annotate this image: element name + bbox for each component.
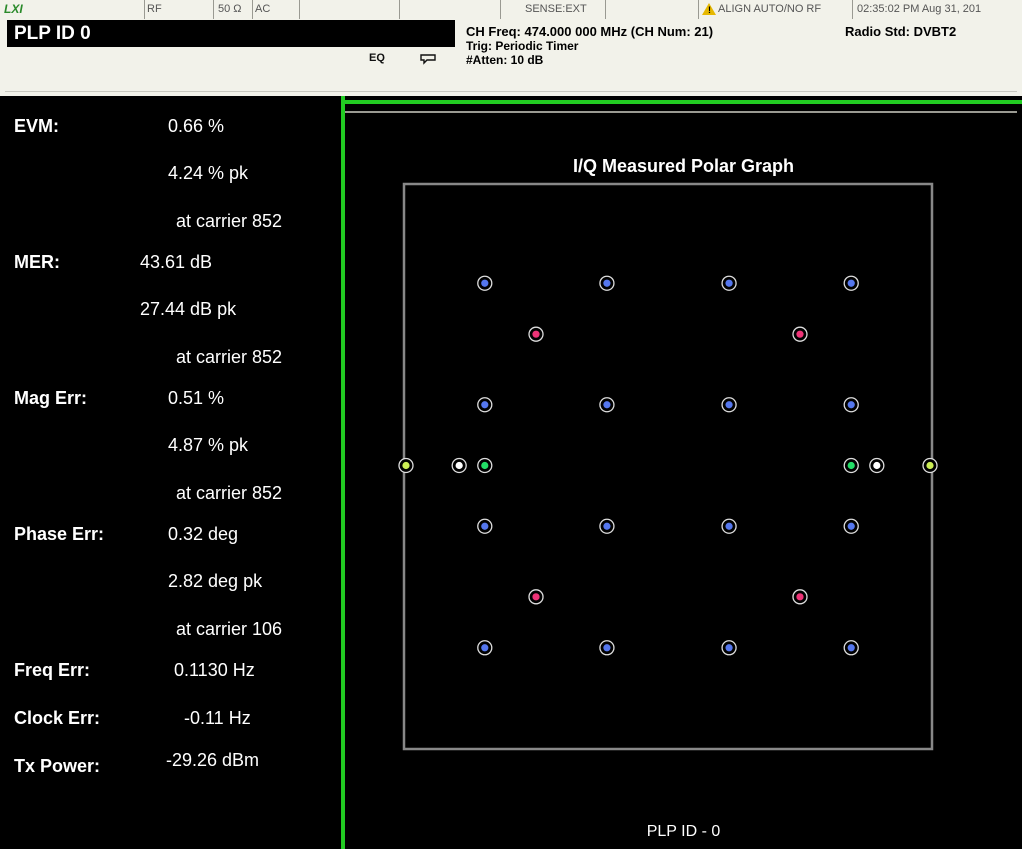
constellation-point	[792, 326, 808, 342]
evm-peak-carrier: at carrier 852	[176, 211, 283, 231]
mer-peak-carrier: at carrier 852	[176, 347, 283, 367]
constellation-point	[599, 518, 615, 534]
mag-err-peak-carrier: at carrier 852	[176, 483, 283, 503]
measurement-header: PLP ID 0 EQ CH Freq: 474.000 000 MHz (CH…	[0, 19, 1022, 113]
freq-err-value: 0.1130 Hz	[174, 660, 255, 680]
phase-err-peak-carrier: at carrier 106	[176, 619, 283, 639]
constellation-point	[721, 397, 737, 413]
metrics-panel: EVM: 0.66 % 4.24 % pk at carrier 852 MER…	[0, 96, 338, 849]
constellation-point	[843, 640, 859, 656]
clock-err-value: -0.11 Hz	[184, 708, 251, 728]
warning-mark: !	[708, 5, 711, 15]
clock: 02:35:02 PM Aug 31, 201	[857, 3, 982, 15]
align-status: ALIGN AUTO/NO RF	[718, 0, 853, 19]
phase-err-rms-value: 0.32 deg	[168, 524, 239, 544]
phase-err-peak-value: 2.82 deg pk	[168, 571, 263, 591]
constellation-point	[477, 457, 493, 474]
iq-polar-plot[interactable]	[345, 104, 1022, 849]
constellation-point	[843, 275, 859, 291]
constellation-point	[398, 457, 414, 474]
title-box: PLP ID 0	[7, 20, 455, 47]
constellation-point	[792, 589, 808, 605]
header-divider	[5, 91, 1017, 92]
coupling-indicator[interactable]: AC	[255, 0, 300, 19]
constellation-point	[721, 640, 737, 656]
constellation-point	[869, 457, 885, 474]
trigger-setting[interactable]: Trig: Periodic Timer	[466, 39, 578, 54]
plot-title: I/Q Measured Polar Graph	[572, 156, 795, 176]
constellation-point	[477, 397, 493, 413]
attenuation-setting[interactable]: #Atten: 10 dB	[466, 53, 543, 68]
evm-label: EVM:	[14, 116, 59, 136]
freq-err-label: Freq Err:	[14, 660, 91, 680]
mer-rms-value: 43.61 dB	[140, 252, 213, 272]
constellation-point	[477, 275, 493, 291]
status-cell-blank	[40, 0, 145, 19]
constellation-point	[528, 326, 544, 342]
mer-peak-value: 27.44 dB pk	[140, 299, 237, 319]
page-title: PLP ID 0	[14, 23, 91, 44]
constellation-point	[922, 457, 938, 474]
rf-input-indicator[interactable]: RF	[147, 0, 214, 19]
eq-indicator: EQ	[369, 52, 385, 64]
phase-err-label: Phase Err:	[14, 524, 105, 544]
impedance-indicator[interactable]: 50 Ω	[218, 0, 253, 19]
active-window-border-left	[338, 96, 345, 849]
status-cell-blank	[303, 0, 400, 19]
radio-standard[interactable]: Radio Std: DVBT2	[845, 24, 956, 39]
constellation-point	[451, 457, 467, 474]
mag-err-peak-value: 4.87 % pk	[168, 435, 249, 455]
constellation-point	[843, 397, 859, 413]
constellation-point	[477, 640, 493, 656]
status-bar: LXI RF 50 Ω AC SENSE:EXT ! ALIGN AUTO/NO…	[0, 0, 1022, 20]
constellation-point	[599, 640, 615, 656]
lxi-logo: LXI	[4, 2, 23, 16]
plot-footer: PLP ID - 0	[646, 823, 721, 840]
constellation-point	[477, 518, 493, 534]
center-frequency[interactable]: CH Freq: 474.000 000 MHz (CH Num: 21)	[466, 24, 713, 39]
evm-rms-value: 0.66 %	[168, 116, 225, 136]
constellation-point	[528, 589, 544, 605]
constellation-point	[843, 457, 859, 474]
constellation-point	[599, 397, 615, 413]
constellation-point	[721, 518, 737, 534]
tx-power-value: -29.26 dBm	[166, 750, 260, 770]
mag-err-label: Mag Err:	[14, 388, 88, 408]
status-cell-blank	[400, 0, 501, 19]
evm-peak-value: 4.24 % pk	[168, 163, 249, 183]
status-cell-blank	[606, 0, 699, 19]
constellation-point	[843, 518, 859, 534]
trigger-icon	[420, 54, 436, 65]
mag-err-rms-value: 0.51 %	[168, 388, 225, 408]
clock-err-label: Clock Err:	[14, 708, 101, 728]
sense-indicator: SENSE:EXT	[525, 0, 606, 19]
mer-label: MER:	[14, 252, 60, 272]
constellation-point	[721, 275, 737, 291]
tx-power-label: Tx Power:	[14, 756, 101, 776]
constellation-point	[599, 275, 615, 291]
